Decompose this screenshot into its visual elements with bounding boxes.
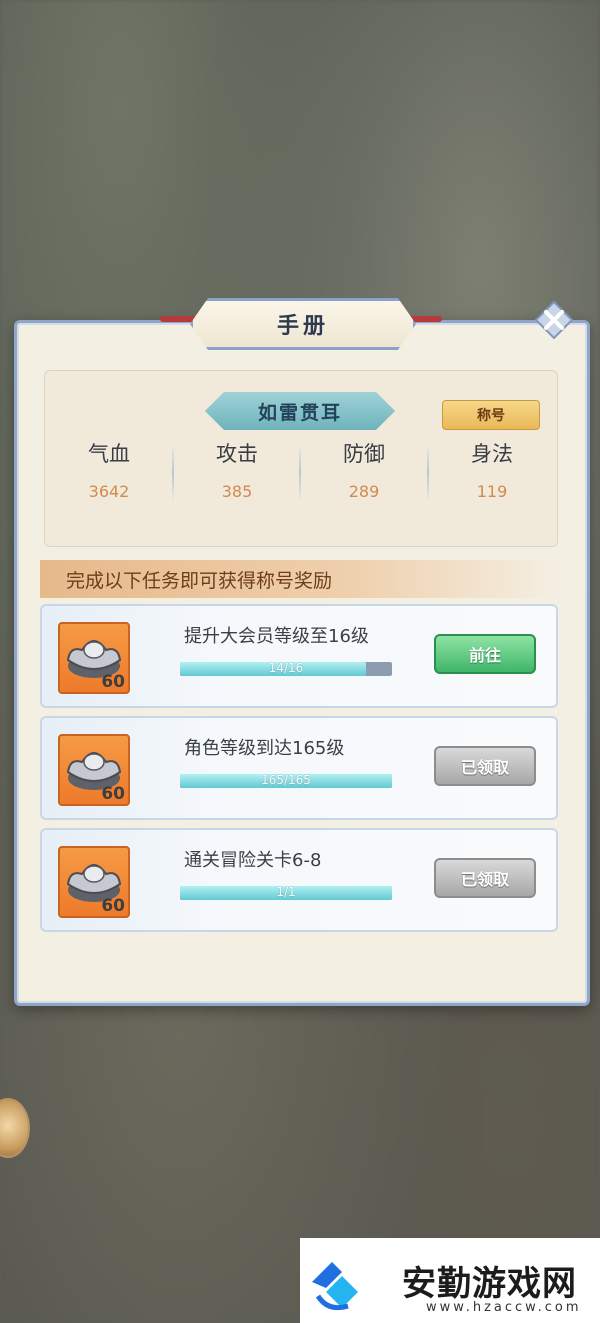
- task-banner: 完成以下任务即可获得称号奖励: [40, 560, 560, 598]
- progress-bar: 1/1: [180, 885, 392, 900]
- claimed-button[interactable]: 已领取: [434, 858, 536, 898]
- task-row: 60 提升大会员等级至16级 14/16 前往: [40, 604, 558, 708]
- stat-label: 气血: [88, 442, 130, 466]
- stat-attack: 攻击 385: [173, 438, 301, 501]
- stat-defense: 防御 289: [300, 438, 428, 501]
- progress-bar: 165/165: [180, 773, 392, 788]
- title-tag-badge[interactable]: 称号: [442, 400, 540, 430]
- close-button[interactable]: [532, 298, 576, 342]
- watermark-url: www.hzaccw.com: [426, 1300, 582, 1315]
- task-row: 60 角色等级到达165级 165/165 已领取: [40, 716, 558, 820]
- stat-agility: 身法 119: [428, 438, 556, 501]
- stat-label: 防御: [343, 442, 385, 466]
- reward-count: 60: [101, 672, 125, 692]
- go-button[interactable]: 前往: [434, 634, 536, 674]
- watermark-title: 安勤游戏网: [402, 1264, 577, 1304]
- reward-count: 60: [101, 896, 125, 916]
- title-plate: 手册: [190, 298, 416, 350]
- close-icon: [534, 300, 574, 340]
- stat-label: 身法: [471, 442, 513, 466]
- progress-text: 165/165: [261, 773, 311, 787]
- stat-value: 119: [476, 482, 508, 501]
- reward-item[interactable]: 60: [58, 846, 130, 918]
- task-name: 提升大会员等级至16级: [184, 626, 369, 647]
- site-watermark: 安勤游戏网 www.hzaccw.com: [300, 1238, 600, 1323]
- site-logo-icon: [312, 1262, 358, 1311]
- reward-item[interactable]: 60: [58, 734, 130, 806]
- stat-value: 289: [348, 482, 380, 501]
- banner-text: 完成以下任务即可获得称号奖励: [66, 569, 333, 592]
- progress-text: 14/16: [268, 661, 304, 675]
- reward-item[interactable]: 60: [58, 622, 130, 694]
- progress-text: 1/1: [276, 885, 296, 899]
- claimed-button[interactable]: 已领取: [434, 746, 536, 786]
- stat-value: 385: [221, 482, 253, 501]
- honor-name-plate: 如雷贯耳: [205, 392, 395, 430]
- task-name: 通关冒险关卡6-8: [184, 850, 322, 871]
- stat-hp: 气血 3642: [45, 438, 173, 501]
- task-name: 角色等级到达165级: [184, 738, 345, 759]
- honor-name: 如雷贯耳: [257, 401, 342, 424]
- stat-value: 3642: [88, 482, 130, 501]
- window-title: 手册: [276, 314, 329, 339]
- stat-label: 攻击: [216, 442, 258, 466]
- reward-count: 60: [101, 784, 125, 804]
- task-row: 60 通关冒险关卡6-8 1/1 已领取: [40, 828, 558, 932]
- progress-bar: 14/16: [180, 661, 392, 676]
